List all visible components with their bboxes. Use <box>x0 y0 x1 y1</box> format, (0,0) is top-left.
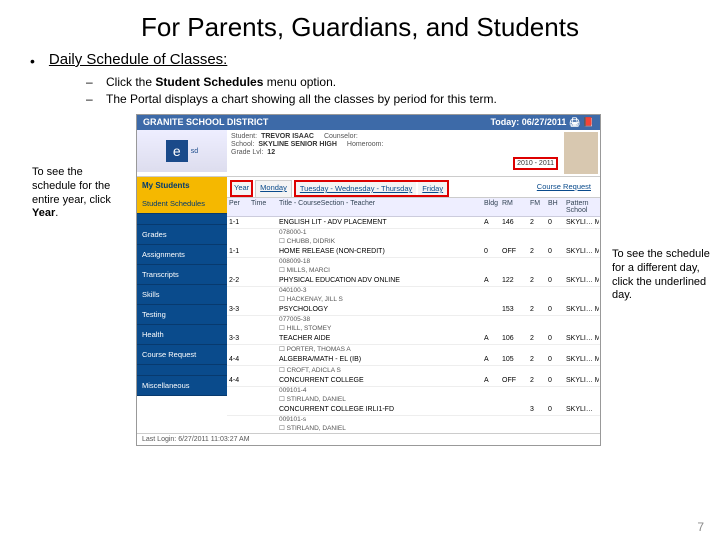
table-row: 1-1ENGLISH LIT - ADV PLACEMENTA14620SKYL… <box>227 217 600 229</box>
tab-year[interactable]: Year <box>230 180 253 197</box>
table-row: 1-1HOME RELEASE (NON-CREDIT)0OFF20SKYLI…… <box>227 246 600 258</box>
sidebar: My Students Student Schedules Grades Ass… <box>137 177 227 433</box>
bullet-main: • Daily Schedule of Classes: <box>30 51 690 69</box>
student-info: Student: TREVOR ISAAC Counselor: School:… <box>227 130 562 176</box>
callout-left: To see the schedule for the entire year,… <box>30 164 130 446</box>
table-row: 4-4CONCURRENT COLLEGEAOFF20SKYLI… MAIN … <box>227 375 600 387</box>
sidebar-item[interactable] <box>137 214 227 225</box>
sidebar-item-assignments[interactable]: Assignments <box>137 245 227 265</box>
table-row: 3-3PSYCHOLOGY15320SKYLI… MAIN … <box>227 304 600 316</box>
sidebar-item-schedules[interactable]: Student Schedules <box>137 194 227 214</box>
slide-title: For Parents, Guardians, and Students <box>0 0 720 51</box>
bullet-text: Daily Schedule of Classes: <box>49 51 227 69</box>
sub-bullet-list: – Click the Student Schedules menu optio… <box>86 75 690 106</box>
footer-last-login: Last Login: 6/27/2011 11:03:27 AM <box>137 433 600 445</box>
sidebar-item-course-request[interactable]: Course Request <box>137 345 227 365</box>
table-row: 4-4ALGEBRA/MATH - EL (IB)A10520SKYLI… MA… <box>227 354 600 366</box>
callout-right: To see the schedule for a different day,… <box>610 246 714 305</box>
year-selector[interactable]: 2010 - 2011 <box>513 157 558 170</box>
sidebar-item-grades[interactable]: Grades <box>137 225 227 245</box>
tab-monday[interactable]: Monday <box>255 180 292 197</box>
sidebar-item-skills[interactable]: Skills <box>137 285 227 305</box>
sidebar-item-health[interactable]: Health <box>137 325 227 345</box>
day-tabs: Year Monday Tuesday - Wednesday - Thursd… <box>227 177 600 198</box>
link-course-request[interactable]: Course Request <box>531 180 597 197</box>
sidebar-item[interactable] <box>137 365 227 376</box>
table-row: CONCURRENT COLLEGE IRLI1-FD30SKYLI… <box>227 404 600 416</box>
schedule-rows: 1-1ENGLISH LIT - ADV PLACEMENTA14620SKYL… <box>227 217 600 432</box>
page-number: 7 <box>697 520 704 534</box>
table-row: 3-3TEACHER AIDEA10620SKYLI… MAIN … <box>227 333 600 345</box>
sidebar-item-testing[interactable]: Testing <box>137 305 227 325</box>
bullet-marker: • <box>30 51 35 69</box>
sub-bullet-1: – Click the Student Schedules menu optio… <box>86 75 690 89</box>
tab-friday[interactable]: Friday <box>418 182 447 195</box>
sidebar-item-misc[interactable]: Miscellaneous <box>137 376 227 396</box>
portal-screenshot: GRANITE SCHOOL DISTRICT Today: 06/27/201… <box>136 114 601 446</box>
esd-logo: esd <box>137 130 227 172</box>
sidebar-header: My Students <box>137 177 227 194</box>
tab-twt[interactable]: Tuesday - Wednesday - Thursday <box>296 182 416 195</box>
table-row: 2-2PHYSICAL EDUCATION ADV ONLINEA12220SK… <box>227 275 600 287</box>
avatar <box>564 132 598 174</box>
table-header: PerTimeTitle - CourseSection - TeacherBl… <box>227 198 600 217</box>
sidebar-item-transcripts[interactable]: Transcripts <box>137 265 227 285</box>
sub-bullet-2: – The Portal displays a chart showing al… <box>86 92 690 106</box>
district-label: GRANITE SCHOOL DISTRICT <box>143 117 268 128</box>
